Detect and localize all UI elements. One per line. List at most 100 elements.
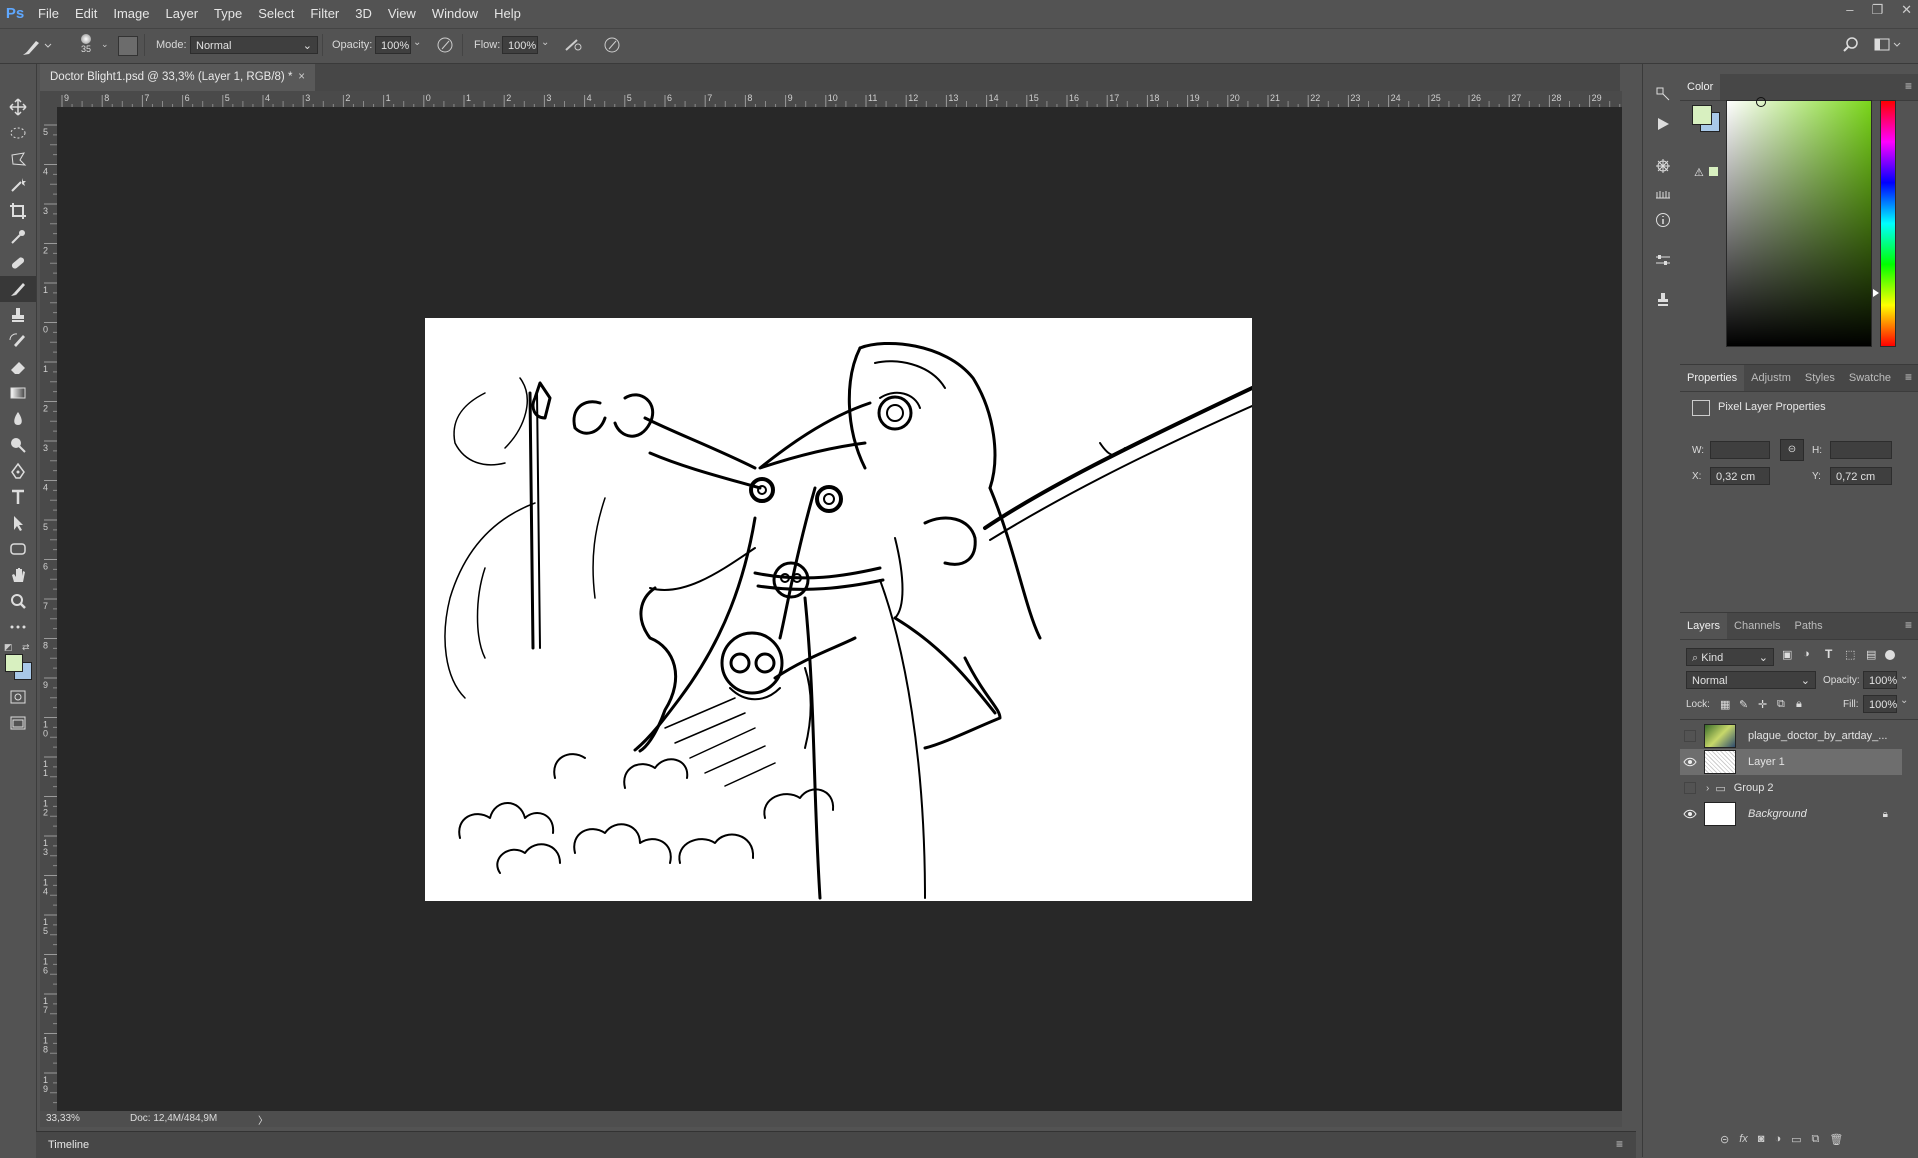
new-layer-icon[interactable]: ⧉ xyxy=(1812,1133,1820,1146)
chevron-right-icon[interactable]: › xyxy=(1706,783,1709,794)
menu-select[interactable]: Select xyxy=(250,6,302,21)
tool-presets-icon[interactable] xyxy=(1655,252,1671,271)
close-tab-button[interactable]: × xyxy=(298,64,305,91)
y-field[interactable]: 0,72 cm xyxy=(1830,467,1892,485)
chevron-down-icon[interactable]: ⌄ xyxy=(1900,671,1908,682)
layer-opacity-field[interactable]: 100% xyxy=(1863,671,1897,689)
tab-adjustments[interactable]: Adjustm xyxy=(1744,365,1798,391)
move-tool-icon[interactable] xyxy=(0,94,36,120)
search-icon[interactable] xyxy=(1842,36,1860,57)
brush-tool-icon[interactable] xyxy=(0,276,36,302)
clone-stamp-tool-icon[interactable] xyxy=(0,302,36,328)
eyedropper-tool-icon[interactable] xyxy=(0,224,36,250)
chevron-down-icon[interactable]: ⌄ xyxy=(413,37,421,48)
eye-icon[interactable] xyxy=(1680,809,1700,819)
panel-menu-icon[interactable]: ≡ xyxy=(1616,1137,1623,1151)
workspace-switcher-icon[interactable] xyxy=(1874,37,1904,56)
dodge-tool-icon[interactable] xyxy=(0,432,36,458)
layer-row[interactable]: plague_doctor_by_artday_... xyxy=(1680,723,1902,749)
hue-slider[interactable] xyxy=(1880,100,1896,347)
layer-name[interactable]: Background xyxy=(1748,808,1807,820)
gamut-color-chip[interactable] xyxy=(1709,167,1718,176)
pen-tool-icon[interactable] xyxy=(0,458,36,484)
magic-wand-tool-icon[interactable] xyxy=(0,172,36,198)
menu-layer[interactable]: Layer xyxy=(158,6,207,21)
menu-file[interactable]: File xyxy=(30,6,67,21)
clone-source-icon[interactable] xyxy=(1655,292,1671,311)
lock-position-icon[interactable]: ✛ xyxy=(1758,698,1767,711)
color-picker-cursor[interactable] xyxy=(1756,97,1766,107)
actions-play-icon[interactable] xyxy=(1655,116,1671,135)
menu-type[interactable]: Type xyxy=(206,6,250,21)
lasso-tool-icon[interactable] xyxy=(0,146,36,172)
pressure-size-icon[interactable] xyxy=(603,36,623,57)
lock-pixels-icon[interactable]: ✎ xyxy=(1739,698,1748,711)
gamut-warning-icon[interactable]: ⚠ xyxy=(1694,166,1704,179)
color-picker-field[interactable] xyxy=(1726,100,1872,347)
visibility-toggle[interactable] xyxy=(1680,782,1700,794)
panel-menu-icon[interactable]: ≡ xyxy=(1905,79,1912,93)
width-field[interactable] xyxy=(1710,441,1770,459)
add-mask-icon[interactable]: ◙ xyxy=(1758,1133,1765,1146)
layer-row[interactable]: Background 🔒︎ xyxy=(1680,801,1902,827)
layer-row-selected[interactable]: Layer 1 xyxy=(1680,749,1902,775)
menu-window[interactable]: Window xyxy=(424,6,486,21)
menu-image[interactable]: Image xyxy=(105,6,157,21)
eraser-tool-icon[interactable] xyxy=(0,354,36,380)
close-window-button[interactable]: ✕ xyxy=(1901,2,1912,18)
filter-adjustment-icon[interactable]: ◑ xyxy=(1803,648,1810,660)
layer-name[interactable]: Layer 1 xyxy=(1748,756,1785,768)
healing-brush-tool-icon[interactable] xyxy=(0,250,36,276)
chevron-down-icon[interactable]: ⌄ xyxy=(1900,695,1908,706)
height-field[interactable] xyxy=(1830,441,1892,459)
path-selection-tool-icon[interactable] xyxy=(0,510,36,536)
menu-help[interactable]: Help xyxy=(486,6,529,21)
lock-transparent-icon[interactable]: ▦ xyxy=(1720,698,1730,711)
filter-toggle-icon[interactable] xyxy=(1885,650,1895,660)
tab-layers[interactable]: Layers xyxy=(1680,613,1728,639)
x-field[interactable]: 0,32 cm xyxy=(1710,467,1770,485)
visibility-toggle[interactable] xyxy=(1680,730,1700,742)
quick-mask-icon[interactable] xyxy=(0,684,36,710)
more-tools-icon[interactable] xyxy=(0,614,36,640)
menu-3d[interactable]: 3D xyxy=(347,6,380,21)
status-menu-arrow[interactable]: 〉 xyxy=(258,1112,268,1127)
screen-mode-icon[interactable] xyxy=(0,710,36,736)
document-tab[interactable]: Doctor Blight1.psd @ 33,3% (Layer 1, RGB… xyxy=(40,64,315,91)
menu-filter[interactable]: Filter xyxy=(302,6,347,21)
blur-tool-icon[interactable] xyxy=(0,406,36,432)
filter-pixel-icon[interactable]: ▣ xyxy=(1782,648,1792,661)
tab-styles[interactable]: Styles xyxy=(1798,365,1842,391)
panel-menu-icon[interactable]: ≡ xyxy=(1905,618,1912,632)
timeline-tab[interactable]: Timeline xyxy=(48,1139,89,1151)
default-colors-icon[interactable]: ◩ xyxy=(4,642,13,653)
eye-icon[interactable] xyxy=(1680,757,1700,767)
shape-tool-icon[interactable] xyxy=(0,536,36,562)
chevron-down-icon[interactable]: ⌄ xyxy=(541,37,549,48)
tab-swatches[interactable]: Swatche xyxy=(1842,365,1898,391)
adjustment-layer-icon[interactable]: ◑ xyxy=(1774,1133,1781,1146)
layer-style-icon[interactable]: fx xyxy=(1739,1133,1748,1146)
foreground-color-swatch[interactable] xyxy=(5,654,23,672)
crop-tool-icon[interactable] xyxy=(0,198,36,224)
tab-channels[interactable]: Channels xyxy=(1727,613,1787,639)
fill-field[interactable]: 100% xyxy=(1863,695,1897,713)
tab-properties[interactable]: Properties xyxy=(1680,365,1745,391)
flow-field[interactable]: 100% xyxy=(502,36,538,54)
filter-type-icon[interactable]: T xyxy=(1825,647,1832,661)
brush-settings-icon[interactable] xyxy=(1655,158,1671,177)
hue-slider-handle[interactable] xyxy=(1873,289,1879,297)
filter-shape-icon[interactable]: ⬚ xyxy=(1845,648,1855,661)
layer-group-row[interactable]: › ▭ Group 2 xyxy=(1680,775,1902,801)
brush-presets-icon[interactable] xyxy=(1655,186,1671,205)
gradient-tool-icon[interactable] xyxy=(0,380,36,406)
hand-tool-icon[interactable] xyxy=(0,562,36,588)
history-icon[interactable] xyxy=(1655,86,1671,105)
opacity-field[interactable]: 100% xyxy=(375,36,411,54)
new-group-icon[interactable]: ▭ xyxy=(1791,1133,1801,1146)
chevron-down-icon[interactable]: ⌄ xyxy=(101,39,109,50)
lock-all-icon[interactable]: 🔒︎ xyxy=(1796,698,1802,711)
swap-colors-icon[interactable]: ⇄ xyxy=(22,642,30,653)
document-canvas[interactable] xyxy=(425,318,1254,901)
link-dimensions-icon[interactable]: ⊝ xyxy=(1780,439,1804,461)
